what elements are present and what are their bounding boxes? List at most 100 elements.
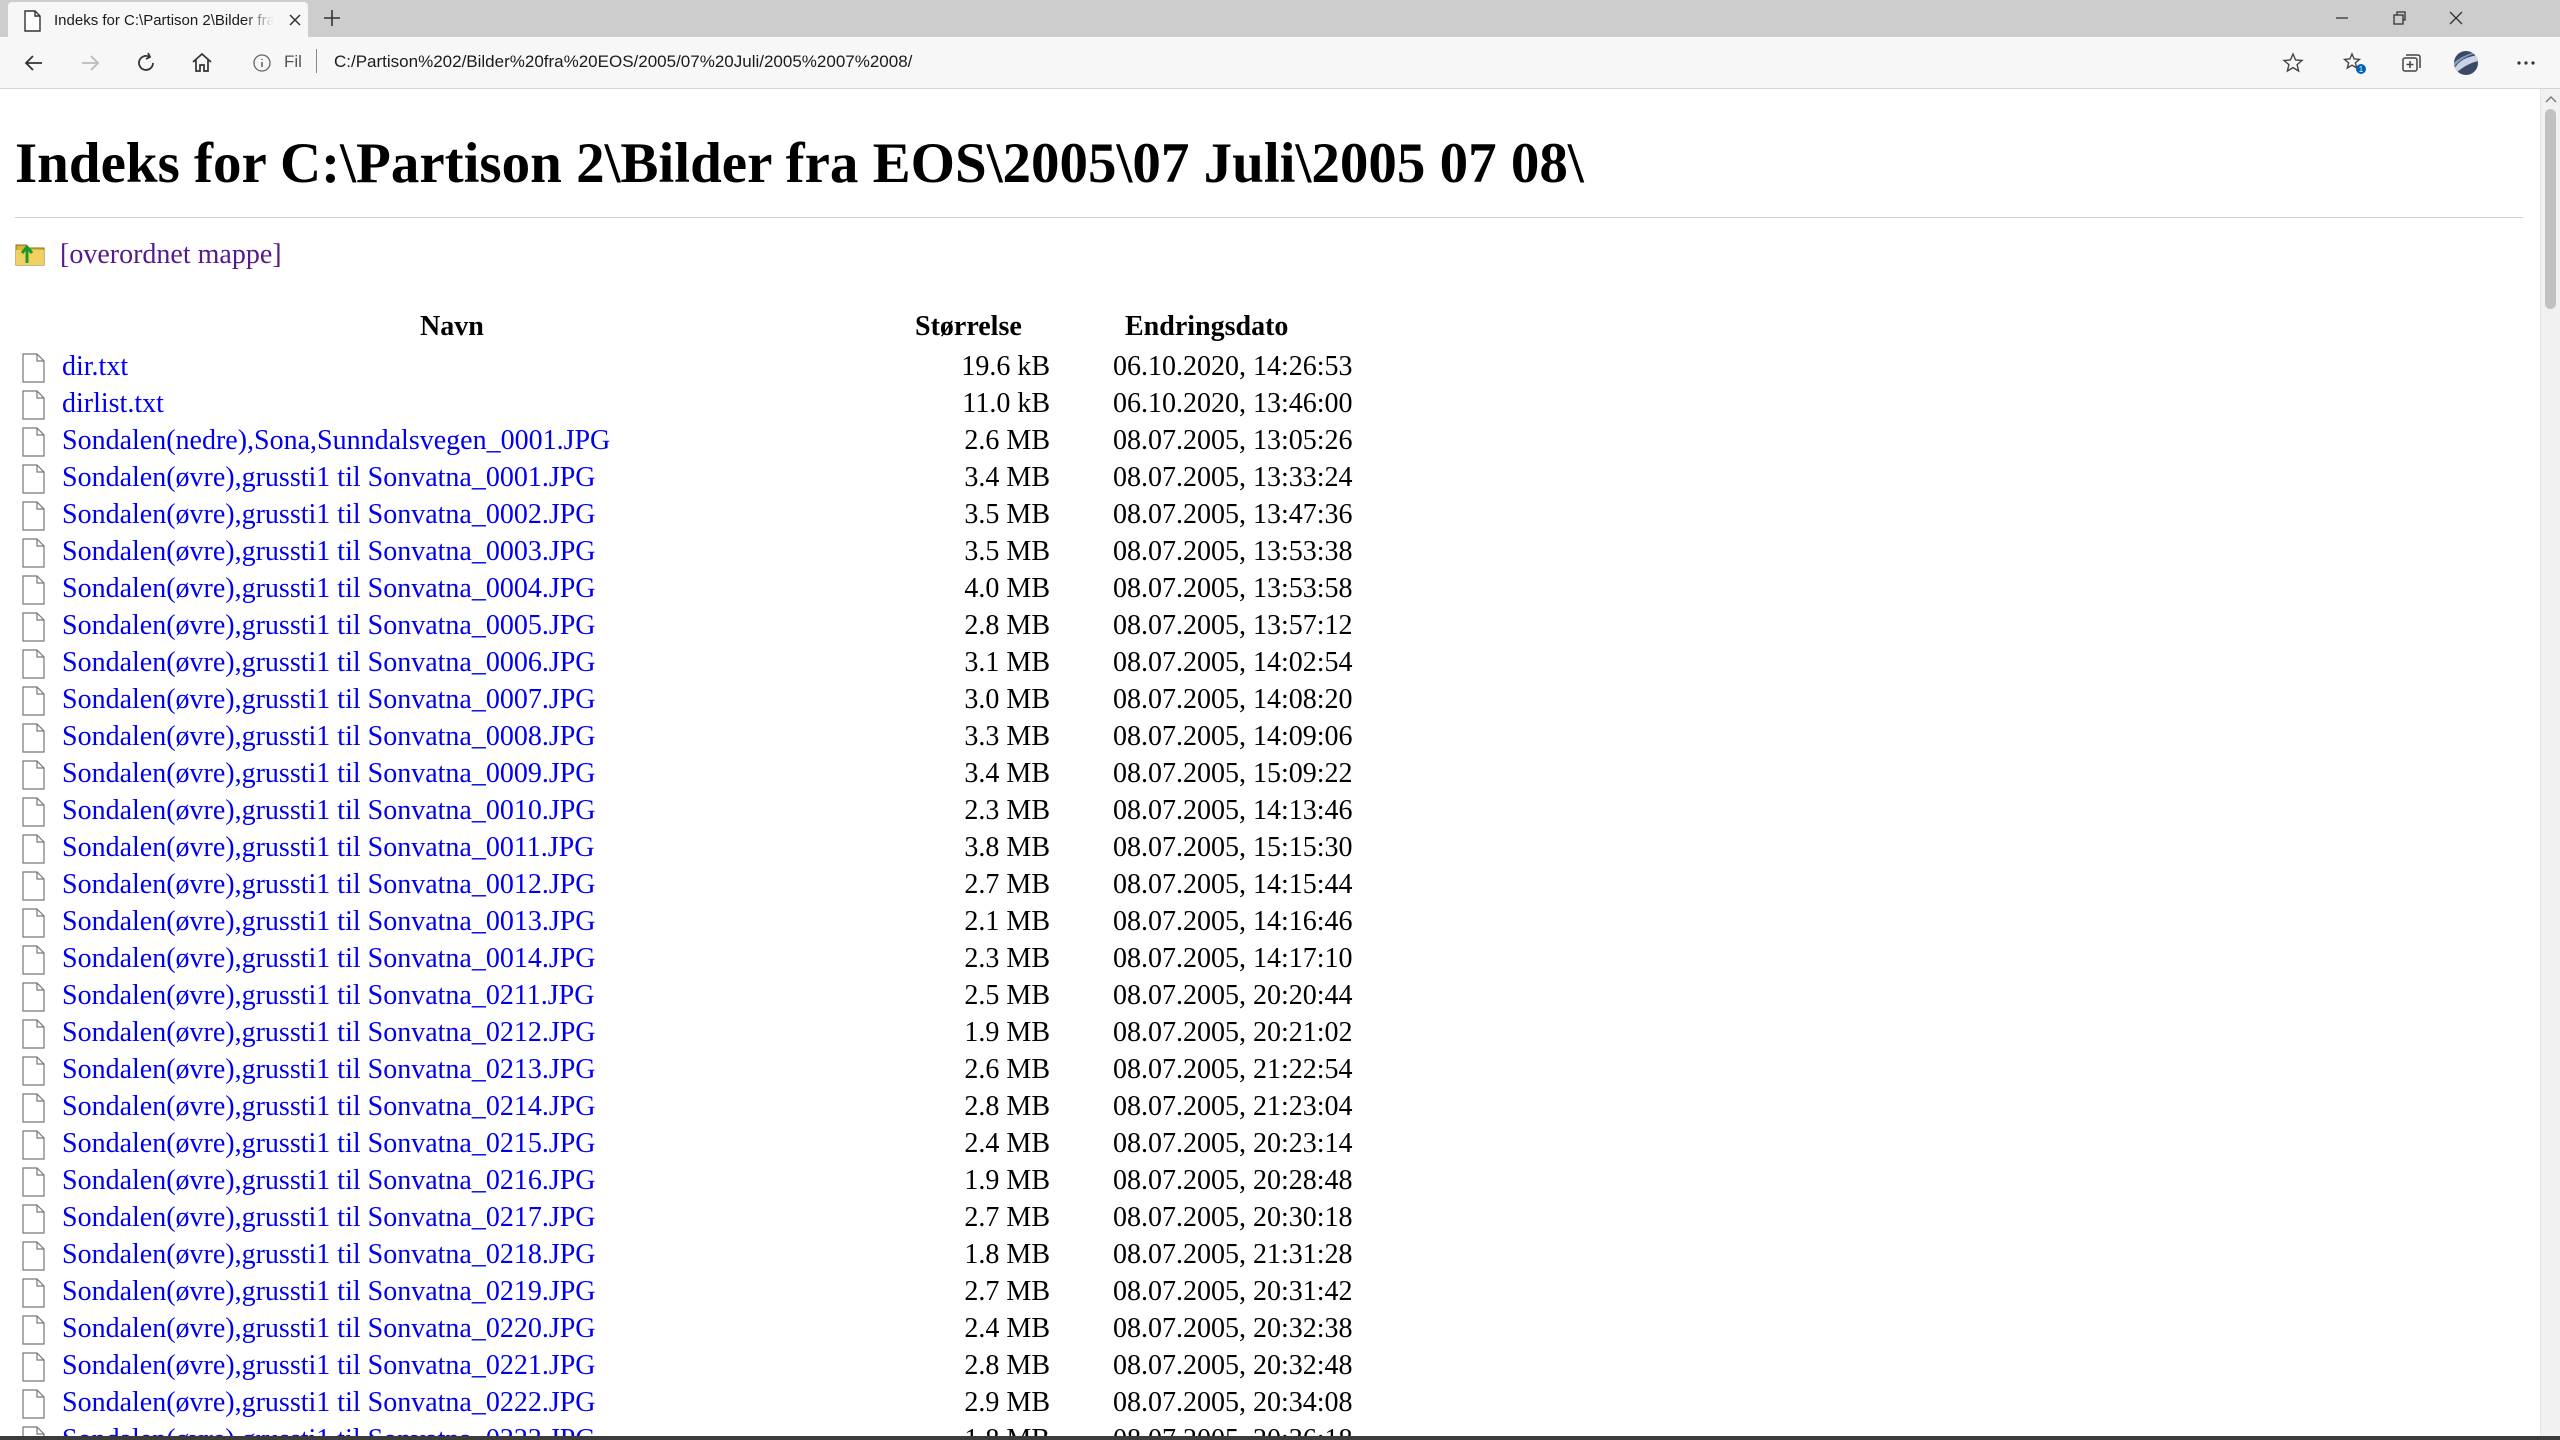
browser-tab[interactable]: Indeks for C:\Partison 2\Bilder fra EOS\… — [8, 2, 308, 37]
favorites-icon[interactable]: 1 — [2340, 49, 2368, 77]
file-name-link[interactable]: Sondalen(øvre),grussti1 til Sonvatna_022… — [62, 1350, 596, 1382]
parent-folder-link[interactable]: [overordnet mappe] — [60, 239, 282, 271]
file-icon[interactable] — [20, 501, 46, 531]
file-icon[interactable] — [20, 760, 46, 790]
scrollbar-thumb[interactable] — [2545, 109, 2556, 309]
file-modified-date: 08.07.2005, 14:02:54 — [1113, 647, 1353, 678]
window-close-icon[interactable] — [2444, 6, 2468, 30]
scroll-up-arrow-icon[interactable] — [2545, 95, 2557, 103]
table-row: Sondalen(øvre),grussti1 til Sonvatna_001… — [0, 867, 1500, 904]
forward-icon[interactable] — [76, 49, 104, 77]
file-name-link[interactable]: Sondalen(øvre),grussti1 til Sonvatna_021… — [62, 1239, 596, 1271]
file-name-link[interactable]: Sondalen(øvre),grussti1 til Sonvatna_021… — [62, 1091, 596, 1123]
file-icon[interactable] — [20, 1315, 46, 1345]
file-icon[interactable] — [20, 575, 46, 605]
address-bar[interactable]: C:/Partison%202/Bilder%20fra%20EOS/2005/… — [334, 52, 912, 72]
file-name-link[interactable]: Sondalen(øvre),grussti1 til Sonvatna_001… — [62, 943, 596, 975]
file-icon[interactable] — [20, 1056, 46, 1086]
table-row: Sondalen(øvre),grussti1 til Sonvatna_001… — [0, 941, 1500, 978]
file-icon[interactable] — [20, 538, 46, 568]
file-name-link[interactable]: Sondalen(øvre),grussti1 til Sonvatna_021… — [62, 1054, 596, 1086]
file-modified-date: 08.07.2005, 13:53:38 — [1113, 536, 1353, 567]
maximize-icon[interactable] — [2387, 6, 2411, 30]
file-icon[interactable] — [20, 908, 46, 938]
info-icon[interactable] — [252, 53, 272, 73]
file-icon[interactable] — [20, 1204, 46, 1234]
file-icon[interactable] — [20, 464, 46, 494]
file-icon[interactable] — [20, 982, 46, 1012]
file-name-link[interactable]: Sondalen(øvre),grussti1 til Sonvatna_021… — [62, 1276, 596, 1308]
file-icon[interactable] — [20, 612, 46, 642]
file-name-link[interactable]: Sondalen(øvre),grussti1 til Sonvatna_001… — [62, 906, 596, 938]
file-name-link[interactable]: dir.txt — [62, 351, 128, 383]
more-icon[interactable] — [2512, 49, 2540, 77]
column-header-size[interactable]: Størrelse — [915, 311, 1022, 343]
file-name-link[interactable]: Sondalen(øvre),grussti1 til Sonvatna_000… — [62, 499, 596, 531]
window-controls — [2330, 0, 2560, 37]
file-size: 2.6 MB — [964, 1054, 1050, 1085]
home-icon[interactable] — [188, 49, 216, 77]
file-icon[interactable] — [20, 1389, 46, 1419]
file-icon[interactable] — [20, 427, 46, 457]
file-name-link[interactable]: Sondalen(øvre),grussti1 til Sonvatna_021… — [62, 980, 594, 1012]
folder-up-icon[interactable] — [15, 237, 45, 267]
close-icon[interactable] — [286, 11, 304, 29]
file-icon[interactable] — [20, 1167, 46, 1197]
file-name-link[interactable]: Sondalen(øvre),grussti1 til Sonvatna_001… — [62, 869, 596, 901]
file-name-link[interactable]: dirlist.txt — [62, 388, 164, 420]
file-modified-date: 08.07.2005, 14:17:10 — [1113, 943, 1353, 974]
file-icon[interactable] — [20, 1241, 46, 1271]
file-size: 2.9 MB — [964, 1387, 1050, 1418]
file-size: 2.3 MB — [964, 943, 1050, 974]
file-name-link[interactable]: Sondalen(øvre),grussti1 til Sonvatna_021… — [62, 1128, 596, 1160]
table-row: Sondalen(øvre),grussti1 til Sonvatna_000… — [0, 682, 1500, 719]
file-name-link[interactable]: Sondalen(øvre),grussti1 til Sonvatna_000… — [62, 462, 596, 494]
file-size: 2.4 MB — [964, 1313, 1050, 1344]
file-icon[interactable] — [20, 649, 46, 679]
plus-icon[interactable] — [320, 6, 344, 30]
file-modified-date: 08.07.2005, 20:32:48 — [1113, 1350, 1353, 1381]
file-name-link[interactable]: Sondalen(øvre),grussti1 til Sonvatna_000… — [62, 610, 596, 642]
file-icon[interactable] — [20, 723, 46, 753]
file-name-link[interactable]: Sondalen(øvre),grussti1 til Sonvatna_021… — [62, 1202, 596, 1234]
file-modified-date: 08.07.2005, 20:21:02 — [1113, 1017, 1353, 1048]
vertical-scrollbar[interactable] — [2540, 89, 2560, 1440]
back-icon[interactable] — [20, 49, 48, 77]
file-modified-date: 06.10.2020, 14:26:53 — [1113, 351, 1353, 382]
file-icon[interactable] — [20, 871, 46, 901]
refresh-icon[interactable] — [132, 49, 160, 77]
file-name-link[interactable]: Sondalen(øvre),grussti1 til Sonvatna_001… — [62, 795, 596, 827]
file-icon[interactable] — [20, 1130, 46, 1160]
file-icon[interactable] — [20, 353, 46, 383]
profile-icon[interactable] — [2452, 49, 2480, 77]
file-icon[interactable] — [20, 1019, 46, 1049]
file-icon[interactable] — [20, 390, 46, 420]
file-name-link[interactable]: Sondalen(nedre),Sona,Sunndalsvegen_0001.… — [62, 425, 610, 457]
minimize-icon[interactable] — [2330, 6, 2354, 30]
file-icon[interactable] — [20, 1093, 46, 1123]
file-icon[interactable] — [20, 797, 46, 827]
file-icon[interactable] — [20, 834, 46, 864]
file-name-link[interactable]: Sondalen(øvre),grussti1 til Sonvatna_021… — [62, 1017, 596, 1049]
table-row: dirlist.txt 11.0 kB 06.10.2020, 13:46:00 — [0, 386, 1500, 423]
file-name-link[interactable]: Sondalen(øvre),grussti1 til Sonvatna_000… — [62, 721, 596, 753]
file-name-link[interactable]: Sondalen(øvre),grussti1 til Sonvatna_001… — [62, 832, 594, 864]
file-name-link[interactable]: Sondalen(øvre),grussti1 til Sonvatna_000… — [62, 573, 596, 605]
star-icon[interactable] — [2279, 49, 2307, 77]
file-name-link[interactable]: Sondalen(øvre),grussti1 til Sonvatna_000… — [62, 536, 596, 568]
column-header-date[interactable]: Endringsdato — [1125, 311, 1288, 343]
file-size: 2.1 MB — [964, 906, 1050, 937]
file-icon[interactable] — [20, 686, 46, 716]
file-name-link[interactable]: Sondalen(øvre),grussti1 til Sonvatna_000… — [62, 684, 596, 716]
file-icon[interactable] — [20, 1352, 46, 1382]
table-row: Sondalen(øvre),grussti1 til Sonvatna_021… — [0, 1200, 1500, 1237]
column-header-name[interactable]: Navn — [420, 311, 484, 343]
file-name-link[interactable]: Sondalen(øvre),grussti1 til Sonvatna_021… — [62, 1165, 596, 1197]
file-icon[interactable] — [20, 1278, 46, 1308]
file-name-link[interactable]: Sondalen(øvre),grussti1 til Sonvatna_000… — [62, 758, 596, 790]
file-name-link[interactable]: Sondalen(øvre),grussti1 til Sonvatna_000… — [62, 647, 596, 679]
collections-icon[interactable] — [2396, 49, 2424, 77]
file-name-link[interactable]: Sondalen(øvre),grussti1 til Sonvatna_022… — [62, 1387, 596, 1419]
file-icon[interactable] — [20, 945, 46, 975]
file-name-link[interactable]: Sondalen(øvre),grussti1 til Sonvatna_022… — [62, 1313, 596, 1345]
